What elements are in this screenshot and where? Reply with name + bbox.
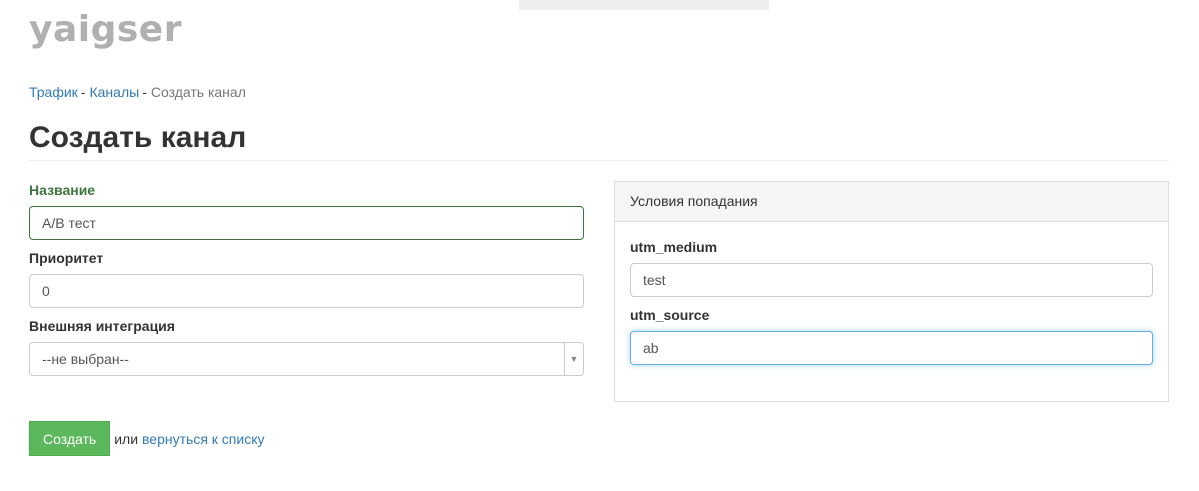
conditions-panel: Условия попадания utm_medium test utm_so…: [614, 181, 1169, 402]
back-to-list-link[interactable]: вернуться к списку: [142, 431, 264, 447]
breadcrumb-link-channels[interactable]: Каналы: [89, 84, 139, 100]
priority-label: Приоритет: [29, 250, 104, 266]
breadcrumb-link-traffic[interactable]: Трафик: [29, 84, 78, 100]
breadcrumb-separator: -: [142, 84, 147, 100]
create-button[interactable]: Создать: [29, 421, 111, 456]
or-text: или: [114, 430, 139, 447]
priority-group: Приоритет 0: [29, 249, 584, 308]
utm-medium-group: utm_medium test: [630, 238, 1153, 297]
top-tab[interactable]: [519, 0, 769, 10]
utm-source-label: utm_source: [630, 307, 710, 323]
name-input[interactable]: А/В тест: [29, 206, 584, 240]
title-divider: [29, 160, 1169, 161]
breadcrumb-separator: -: [80, 84, 86, 100]
utm-source-input[interactable]: ab: [630, 331, 1153, 365]
priority-input[interactable]: 0: [29, 274, 584, 308]
channel-form: Название А/В тест Приоритет 0 Внешняя ин…: [29, 181, 584, 385]
conditions-panel-heading: Условия попадания: [615, 182, 1168, 222]
integration-label: Внешняя интеграция: [29, 318, 175, 334]
utm-source-group: utm_source ab: [630, 306, 1153, 365]
utm-medium-input[interactable]: test: [630, 263, 1153, 297]
name-group: Название А/В тест: [29, 181, 584, 240]
conditions-panel-body: utm_medium test utm_source ab: [615, 222, 1168, 365]
logo[interactable]: yaigser: [29, 8, 182, 52]
form-actions: Создать или вернуться к списку: [29, 421, 265, 456]
integration-select[interactable]: --не выбран-- ▼: [29, 342, 584, 376]
name-label: Название: [29, 182, 96, 198]
dropdown-arrow-icon[interactable]: ▼: [564, 343, 583, 375]
utm-medium-label: utm_medium: [630, 239, 718, 255]
page-title: Создать канал: [29, 121, 247, 154]
breadcrumb: Трафик - Каналы - Создать канал: [29, 83, 246, 101]
integration-selected-value: --не выбран--: [42, 351, 129, 367]
integration-group: Внешняя интеграция --не выбран-- ▼: [29, 317, 584, 376]
breadcrumb-current: Создать канал: [150, 84, 246, 100]
